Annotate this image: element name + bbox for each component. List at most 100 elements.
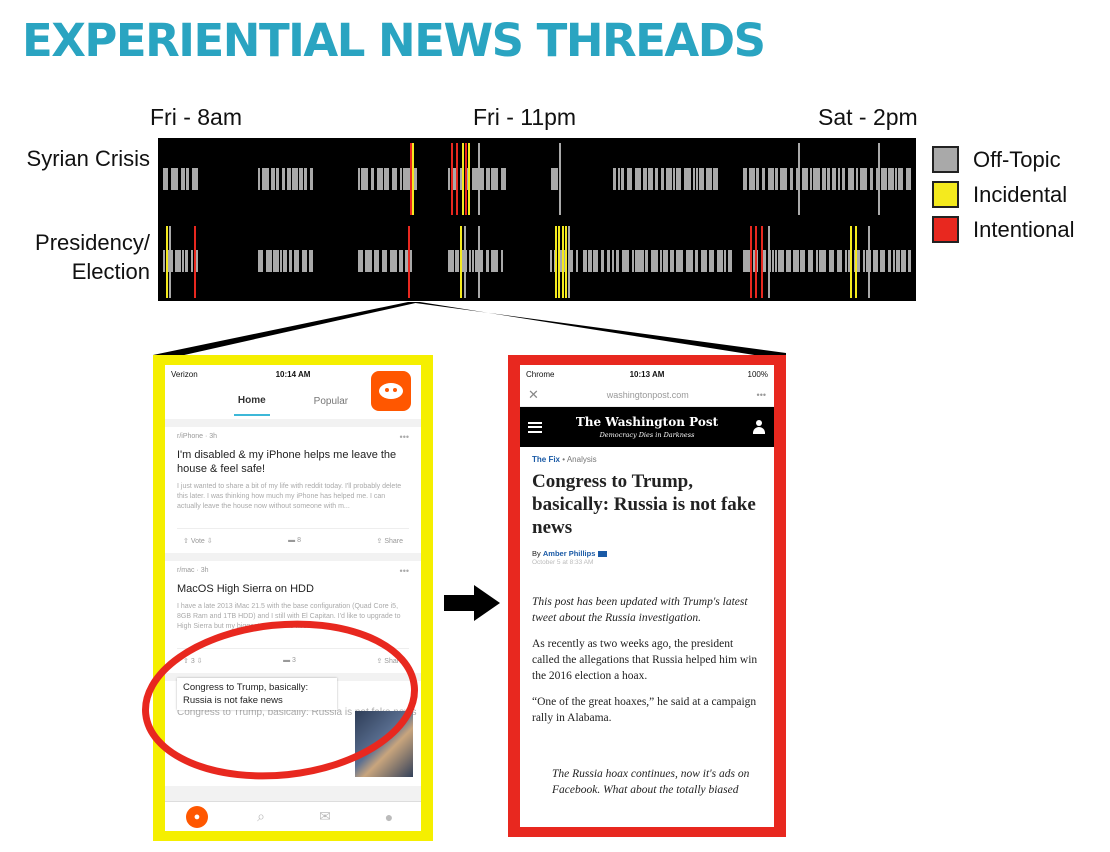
thread-event-bar bbox=[408, 226, 410, 298]
menu-icon[interactable] bbox=[528, 421, 542, 433]
more-icon[interactable]: ••• bbox=[400, 566, 409, 576]
off-topic-bar bbox=[660, 250, 662, 272]
more-icon[interactable]: ••• bbox=[400, 432, 409, 442]
off-topic-bar bbox=[816, 250, 818, 272]
legend-swatch-incidental bbox=[932, 181, 959, 208]
time-label-middle: Fri - 11pm bbox=[473, 104, 577, 130]
off-topic-bar bbox=[880, 250, 885, 272]
off-topic-bar bbox=[648, 168, 653, 190]
off-topic-bar bbox=[881, 168, 887, 190]
thread-event-bar bbox=[562, 226, 564, 298]
connector-right bbox=[408, 302, 786, 360]
off-topic-bar bbox=[848, 168, 854, 190]
off-topic-bar bbox=[583, 250, 587, 272]
article-paragraph: As recently as two weeks ago, the presid… bbox=[532, 638, 758, 682]
thread-event-bar bbox=[166, 226, 168, 298]
off-topic-bar bbox=[699, 168, 704, 190]
off-topic-bar bbox=[262, 168, 269, 190]
article: The Fix • Analysis Congress to Trump, ba… bbox=[520, 447, 774, 806]
off-topic-bar bbox=[827, 168, 830, 190]
user-icon[interactable] bbox=[752, 420, 766, 434]
off-topic-bar bbox=[384, 168, 389, 190]
washington-post-screenshot-frame: Chrome 10:13 AM 100% ✕ washingtonpost.co… bbox=[508, 355, 786, 837]
off-topic-bar bbox=[588, 250, 592, 272]
off-topic-bar bbox=[258, 250, 263, 272]
tab-popular[interactable]: Popular bbox=[310, 388, 352, 415]
off-topic-bar bbox=[706, 168, 712, 190]
off-topic-bar bbox=[374, 250, 379, 272]
off-topic-bar bbox=[893, 250, 895, 272]
article-kicker: The Fix • Analysis bbox=[532, 455, 597, 464]
off-topic-bar bbox=[802, 168, 808, 190]
post-title[interactable]: MacOS High Sierra on HDD bbox=[177, 582, 409, 596]
share-button[interactable]: ⇪ Share bbox=[377, 537, 404, 545]
thread-event-bar bbox=[568, 226, 570, 298]
wapo-masthead[interactable]: The Washington Post Democracy Dies in Da… bbox=[576, 415, 718, 439]
off-topic-bar bbox=[651, 250, 658, 272]
row-label-presidency-election: Presidency/ Election bbox=[35, 230, 150, 284]
url-text[interactable]: washingtonpost.com bbox=[607, 390, 689, 400]
post-title[interactable]: I'm disabled & my iPhone helps me leave … bbox=[177, 448, 409, 476]
thread-event-bar bbox=[464, 226, 466, 298]
legend-item-incidental: Incidental bbox=[932, 177, 1075, 212]
off-topic-bar bbox=[282, 168, 285, 190]
off-topic-bar bbox=[842, 168, 845, 190]
off-topic-bar bbox=[896, 250, 900, 272]
highlight-circle bbox=[142, 620, 418, 780]
close-icon[interactable]: ✕ bbox=[528, 387, 539, 403]
off-topic-bar bbox=[491, 250, 498, 272]
off-topic-bar bbox=[837, 250, 842, 272]
off-topic-bar bbox=[361, 168, 368, 190]
off-topic-bar bbox=[762, 168, 765, 190]
off-topic-bar bbox=[663, 250, 668, 272]
off-topic-bar bbox=[857, 250, 860, 272]
tab-home[interactable]: Home bbox=[233, 387, 270, 416]
list-item[interactable]: r/iPhone · 3h ••• I'm disabled & my iPho… bbox=[165, 427, 421, 553]
off-topic-bar bbox=[775, 168, 778, 190]
off-topic-bar bbox=[888, 168, 894, 190]
off-topic-bar bbox=[185, 250, 188, 272]
comments-button[interactable]: ▬ 8 bbox=[288, 537, 301, 545]
off-topic-bar bbox=[266, 250, 272, 272]
status-time: 10:13 AM bbox=[629, 369, 665, 379]
off-topic-bar bbox=[448, 168, 450, 190]
article-paragraph: This post has been updated with Trump's … bbox=[532, 596, 748, 624]
off-topic-bar bbox=[627, 168, 632, 190]
legend: Off-Topic Incidental Intentional bbox=[932, 142, 1075, 247]
off-topic-bar bbox=[283, 250, 287, 272]
off-topic-bar bbox=[613, 168, 616, 190]
off-topic-bar bbox=[743, 168, 747, 190]
feed-tabs: Home Popular bbox=[165, 371, 421, 419]
thread-event-bar bbox=[451, 143, 453, 215]
email-icon[interactable] bbox=[598, 551, 608, 558]
off-topic-bar bbox=[860, 168, 867, 190]
off-topic-bar bbox=[472, 168, 478, 190]
section-link[interactable]: The Fix bbox=[532, 455, 560, 464]
off-topic-bar bbox=[676, 168, 681, 190]
more-icon[interactable]: ••• bbox=[757, 390, 766, 400]
arrow-right-icon bbox=[444, 585, 500, 621]
off-topic-bar bbox=[749, 168, 755, 190]
off-topic-bar bbox=[593, 250, 598, 272]
time-label-end: Sat - 2pm bbox=[818, 104, 918, 130]
thread-event-bar bbox=[555, 226, 557, 298]
vote-button[interactable]: ⇧ Vote ⇩ bbox=[183, 537, 213, 545]
off-topic-bar bbox=[701, 250, 707, 272]
off-topic-bar bbox=[182, 250, 184, 272]
off-topic-bar bbox=[898, 168, 903, 190]
embedded-tweet-quote: The Russia hoax continues, now it's ads … bbox=[552, 768, 750, 796]
off-topic-bar bbox=[778, 250, 784, 272]
legend-item-off-topic: Off-Topic bbox=[932, 142, 1075, 177]
off-topic-bar bbox=[287, 168, 291, 190]
thread-event-bar bbox=[478, 143, 480, 215]
off-topic-bar bbox=[576, 250, 578, 272]
off-topic-bar bbox=[271, 168, 275, 190]
off-topic-bar bbox=[622, 250, 629, 272]
article-headline: Congress to Trump, basically: Russia is … bbox=[532, 471, 756, 538]
row-label-syrian-crisis: Syrian Crisis bbox=[26, 146, 150, 171]
off-topic-bar bbox=[480, 250, 483, 272]
legend-item-intentional: Intentional bbox=[932, 212, 1075, 247]
off-topic-bar bbox=[310, 168, 313, 190]
off-topic-bar bbox=[695, 250, 698, 272]
author-link[interactable]: Amber Phillips bbox=[543, 549, 596, 558]
